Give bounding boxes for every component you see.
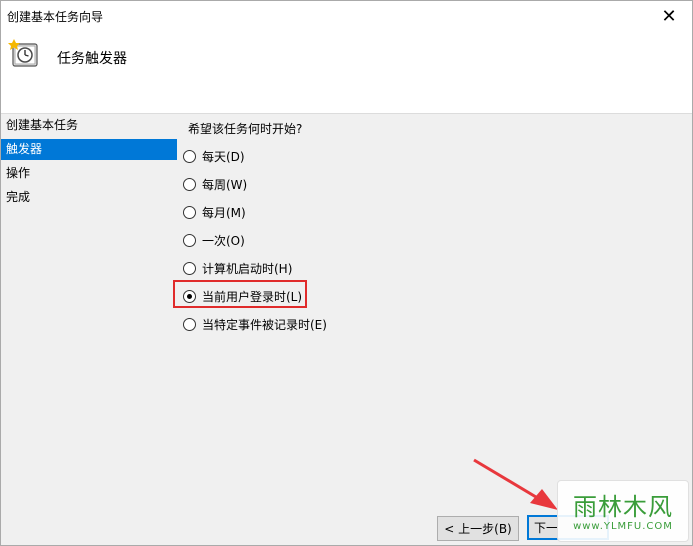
sidebar-item-create-basic-task[interactable]: 创建基本任务: [1, 115, 177, 136]
wizard-steps-sidebar: 创建基本任务 触发器 操作 完成: [1, 115, 178, 515]
option-once-label: 一次(O): [202, 233, 245, 248]
close-icon: ✕: [661, 5, 677, 27]
radio-monthly[interactable]: [183, 205, 196, 219]
option-on-event[interactable]: 当特定事件被记录时(E): [183, 314, 327, 334]
option-daily[interactable]: 每天(D): [183, 146, 245, 166]
option-once[interactable]: 一次(O): [183, 230, 245, 250]
option-weekly-label: 每周(W): [202, 177, 248, 192]
option-monthly-label: 每月(M): [202, 205, 246, 220]
radio-at-startup[interactable]: [183, 261, 196, 275]
radio-on-event[interactable]: [183, 317, 196, 331]
window-title: 创建基本任务向导: [7, 10, 104, 24]
back-button[interactable]: < 上一步(B): [437, 516, 519, 541]
watermark-logo: 雨林木风 www.YLMFU.COM: [557, 480, 689, 542]
trigger-options-panel: 希望该任务何时开始? 每天(D) 每周(W) 每月(M) 一次(O) 计算机启动…: [179, 115, 692, 515]
wizard-window: 创建基本任务向导 ✕ 任务触发器 创建基本任务 触发器 操作 完成 希望该任务何…: [0, 0, 693, 546]
radio-once[interactable]: [183, 233, 196, 247]
annotation-highlight-box: [173, 280, 307, 308]
option-on-event-label: 当特定事件被记录时(E): [202, 317, 327, 332]
option-at-startup-label: 计算机启动时(H): [202, 261, 293, 276]
wizard-header: 任务触发器: [1, 32, 692, 114]
watermark-url: www.YLMFU.COM: [573, 521, 673, 532]
radio-weekly[interactable]: [183, 177, 196, 191]
option-monthly[interactable]: 每月(M): [183, 202, 246, 222]
watermark-main-text: 雨林木风: [573, 493, 673, 521]
trigger-question: 希望该任务何时开始?: [188, 122, 303, 136]
option-daily-label: 每天(D): [202, 149, 245, 164]
sidebar-item-action[interactable]: 操作: [1, 163, 177, 184]
sidebar-item-trigger[interactable]: 触发器: [1, 139, 177, 160]
option-at-startup[interactable]: 计算机启动时(H): [183, 258, 292, 278]
sidebar-item-finish[interactable]: 完成: [1, 187, 177, 208]
radio-daily[interactable]: [183, 149, 196, 163]
title-bar: 创建基本任务向导 ✕: [1, 1, 692, 32]
clock-icon: [8, 39, 38, 67]
close-button[interactable]: ✕: [646, 1, 692, 31]
page-title: 任务触发器: [57, 51, 127, 67]
option-weekly[interactable]: 每周(W): [183, 174, 247, 194]
